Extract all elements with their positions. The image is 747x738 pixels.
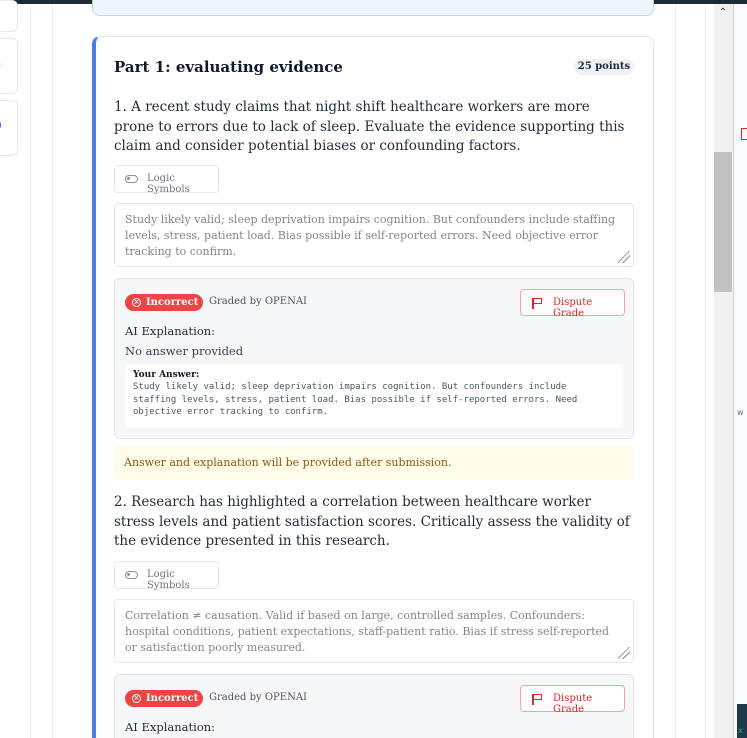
question-1-text: 1. A recent study claims that night shif…	[114, 99, 625, 154]
answer-text: Study likely valid; sleep deprivation im…	[125, 213, 616, 258]
answer-textarea[interactable]: Correlation ≠ causation. Valid if based …	[114, 599, 634, 663]
rail-card[interactable]	[0, 38, 18, 94]
x-circle-icon: ×	[132, 693, 141, 703]
adjacent-window-edge	[733, 4, 747, 738]
dispute-grade-button[interactable]: Dispute Grade	[520, 289, 625, 319]
flag-icon	[532, 298, 543, 309]
status-badge-label: Incorrect	[146, 693, 199, 704]
your-answer-label: Your Answer:	[133, 370, 200, 380]
ai-explanation-text: No answer provided	[125, 344, 244, 358]
edge-icon-fragment	[741, 128, 747, 140]
points-badge: 25 points	[574, 59, 634, 75]
resize-handle-icon[interactable]	[618, 647, 630, 659]
logic-symbols-button[interactable]: Logic Symbols	[114, 561, 219, 591]
ai-explanation-label: AI Explanation:	[125, 324, 216, 338]
status-badge: × Incorrect	[125, 294, 203, 311]
graded-by-text: Graded by OPENAI	[209, 692, 308, 703]
submission-notice: Answer and explanation will be provided …	[114, 446, 634, 480]
x-circle-icon: ×	[132, 297, 141, 307]
rail-card[interactable]	[0, 100, 18, 156]
taskbar-fragment: x	[737, 704, 747, 738]
logic-symbols-label: Logic Symbols	[147, 173, 190, 195]
your-answer-text: Study likely valid; sleep deprivation im…	[133, 382, 578, 417]
grade-result-box: × Incorrect Graded by OPENAI Dispute Gra…	[114, 278, 634, 439]
logic-symbols-label: Logic Symbols	[147, 569, 190, 591]
logic-symbols-button[interactable]: Logic Symbols	[114, 165, 219, 195]
previous-section-box	[92, 0, 654, 16]
resize-handle-icon[interactable]	[618, 251, 630, 263]
dispute-grade-label: Dispute Grade	[553, 297, 593, 319]
question-2-text: 2. Research has highlighted a correlatio…	[114, 494, 630, 549]
answer-textarea[interactable]: Study likely valid; sleep deprivation im…	[114, 203, 634, 267]
status-dot	[0, 59, 1, 71]
ai-explanation-label: AI Explanation:	[125, 720, 216, 734]
rail-card[interactable]	[0, 0, 18, 32]
dispute-grade-button[interactable]: Dispute Grade	[520, 685, 625, 715]
grade-result-box: × Incorrect Graded by OPENAI Dispute Gra…	[114, 674, 634, 738]
scrollbar-track[interactable]	[714, 4, 733, 738]
status-dot	[0, 119, 1, 131]
chevron-up-icon[interactable]: ⌃	[716, 6, 730, 20]
status-badge: × Incorrect	[125, 690, 203, 707]
edge-text-fragment: w	[737, 408, 744, 417]
dispute-grade-label: Dispute Grade	[553, 693, 593, 715]
close-icon: x	[738, 726, 743, 735]
status-badge-label: Incorrect	[146, 297, 199, 308]
graded-by-text: Graded by OPENAI	[209, 296, 308, 307]
your-answer-box: Your Answer: Study likely valid; sleep d…	[125, 364, 623, 428]
answer-text: Correlation ≠ causation. Valid if based …	[125, 609, 610, 654]
toggle-icon	[125, 571, 138, 579]
left-rail	[0, 0, 20, 738]
flag-icon	[532, 694, 543, 705]
scrollbar-thumb[interactable]	[714, 152, 732, 292]
part-title: Part 1: evaluating evidence	[114, 58, 343, 76]
toggle-icon	[125, 175, 138, 183]
